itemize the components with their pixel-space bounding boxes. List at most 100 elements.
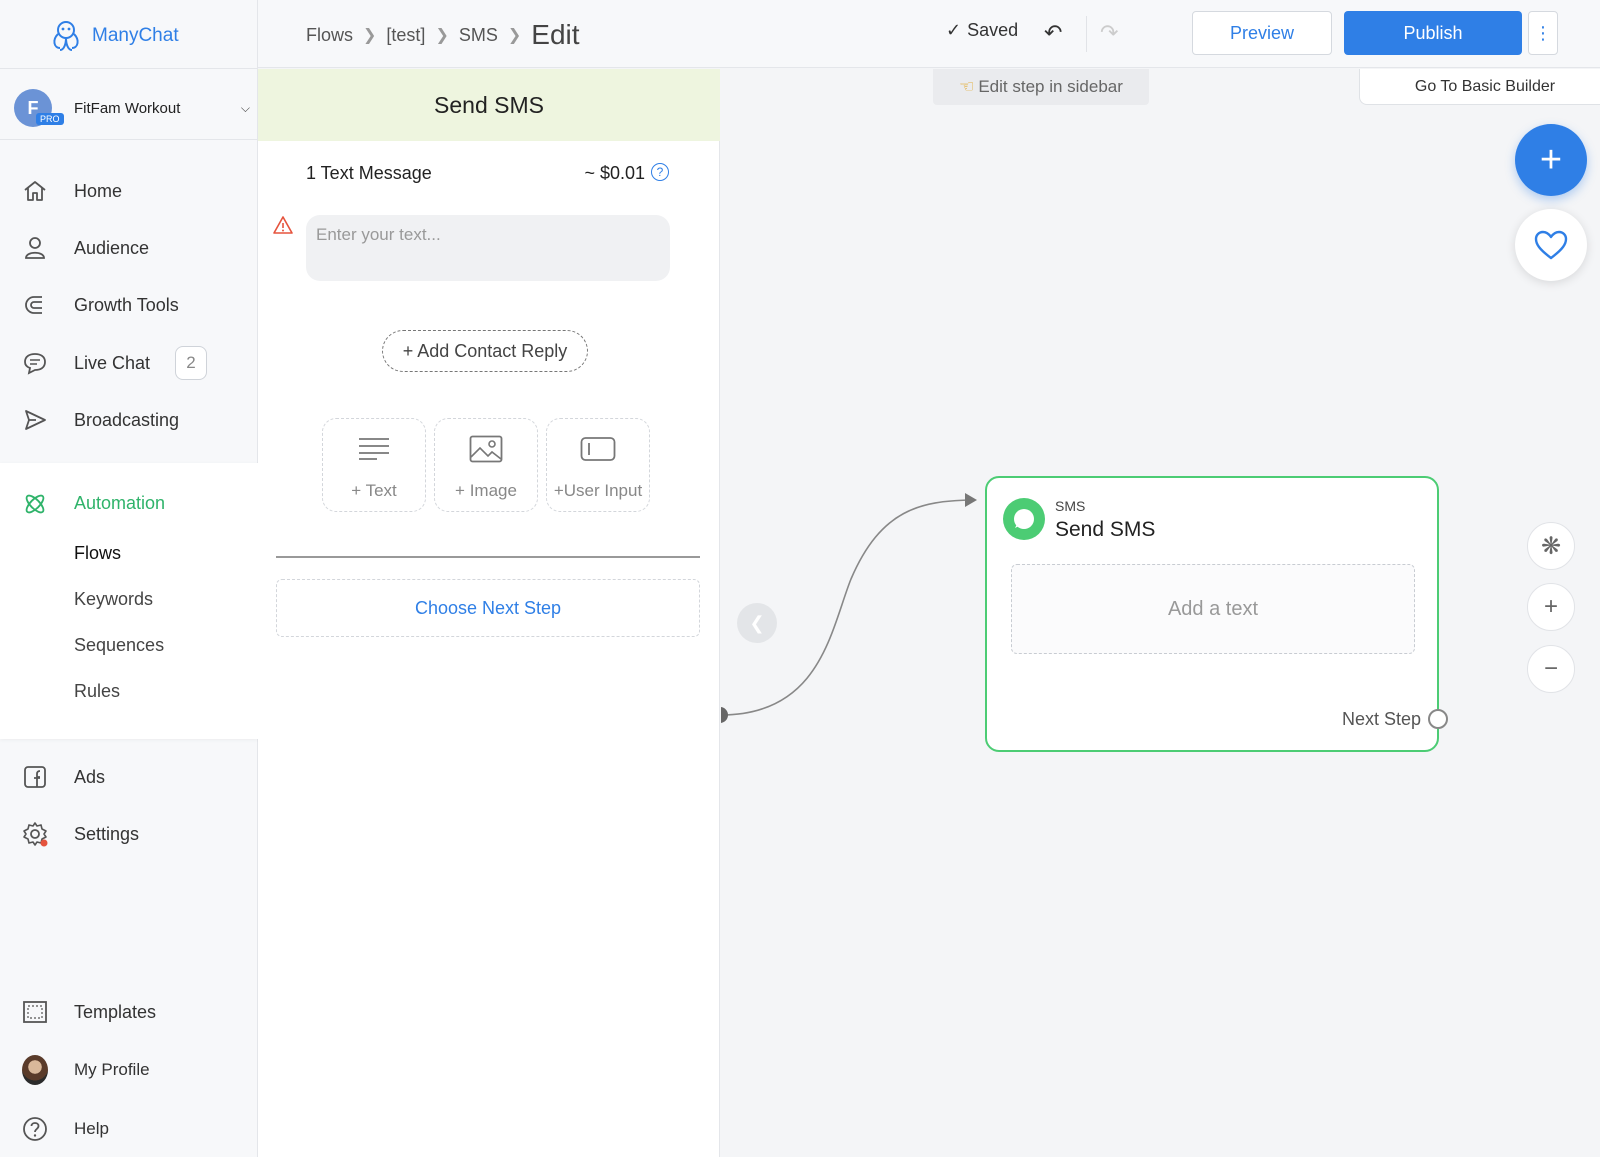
message-price: ~ $0.01 — [584, 163, 645, 183]
chevron-down-icon: ⌵ — [240, 100, 250, 115]
zoom-out-icon[interactable]: − — [1527, 645, 1575, 693]
sidebar-item-home[interactable]: Home — [0, 167, 258, 215]
help-icon[interactable]: ? — [651, 163, 669, 181]
warning-icon — [273, 216, 293, 234]
sidebar-item-broadcasting[interactable]: Broadcasting — [0, 396, 258, 444]
sidebar-item-label: My Profile — [74, 1060, 150, 1079]
node-type: SMS — [1055, 498, 1086, 514]
chat-bubble-icon — [22, 350, 48, 376]
chevron-right-icon: ❯ — [507, 27, 522, 44]
add-block-label: +User Input — [553, 481, 643, 500]
add-text-button[interactable]: Add a text — [1011, 564, 1415, 654]
text-lines-icon — [323, 435, 425, 461]
redo-icon[interactable]: ↷ — [1100, 20, 1118, 46]
atom-icon — [22, 491, 48, 517]
plus-icon: + — [1539, 138, 1563, 181]
preview-button[interactable]: Preview — [1192, 11, 1332, 55]
sidebar-item-audience[interactable]: Audience — [0, 224, 258, 272]
sidebar-item-label: Broadcasting — [74, 409, 180, 430]
publish-button[interactable]: Publish — [1344, 11, 1522, 55]
zoom-in-icon[interactable]: + — [1527, 583, 1575, 631]
divider — [0, 139, 258, 140]
divider — [0, 68, 258, 69]
sidebar: ManyChat F PRO FitFam Workout ⌵ Home Aud… — [0, 0, 258, 1157]
sidebar-item-templates[interactable]: Templates — [0, 988, 258, 1036]
sidebar-item-ads[interactable]: Ads — [0, 753, 258, 801]
manychat-logo-icon — [53, 21, 79, 51]
add-image-block-button[interactable]: + Image — [434, 418, 538, 512]
more-vertical-icon[interactable]: ⋮ — [1528, 11, 1558, 55]
next-step-label: Next Step — [1341, 709, 1421, 729]
sidebar-item-automation[interactable]: Automation — [0, 489, 258, 519]
sidebar-subitem-rules[interactable]: Rules — [74, 681, 120, 702]
sms-icon — [1003, 498, 1045, 540]
sidebar-item-help[interactable]: Help — [0, 1105, 258, 1153]
sms-text-input[interactable] — [306, 215, 670, 281]
sidebar-item-settings[interactable]: Settings — [0, 810, 258, 858]
sidebar-item-label: Audience — [74, 237, 150, 258]
sidebar-subitem-sequences[interactable]: Sequences — [74, 635, 164, 656]
collapse-panel-icon[interactable]: ❮ — [737, 603, 777, 643]
flow-canvas[interactable]: ☜ Edit step in sidebar Go To Basic Build… — [721, 69, 1600, 1157]
save-status-label: Saved — [967, 20, 1019, 40]
user-icon — [22, 235, 48, 261]
add-user-input-block-button[interactable]: +User Input — [546, 418, 650, 512]
sidebar-subitem-flows[interactable]: Flows — [74, 543, 121, 564]
next-step-port[interactable] — [1428, 709, 1448, 729]
start-port — [721, 707, 728, 723]
add-contact-reply-button[interactable]: + Add Contact Reply — [382, 330, 588, 372]
breadcrumb-flow[interactable]: SMS — [459, 25, 498, 46]
sidebar-item-live-chat[interactable]: Live Chat 2 — [0, 339, 258, 387]
sidebar-item-label: Templates — [74, 1001, 157, 1022]
account-name: FitFam Workout — [74, 99, 181, 117]
send-icon — [22, 407, 48, 433]
choose-next-step-button[interactable]: Choose Next Step — [276, 579, 700, 637]
unread-count-badge: 2 — [175, 346, 207, 380]
breadcrumb-flows[interactable]: Flows — [306, 25, 353, 46]
template-icon — [22, 999, 48, 1025]
input-box-icon — [547, 435, 649, 463]
add-block-label: + Text — [351, 481, 397, 500]
sidebar-item-label: Live Chat — [74, 352, 151, 373]
page-title: Edit — [531, 19, 580, 50]
image-icon — [435, 435, 537, 463]
favorites-button[interactable] — [1515, 209, 1587, 281]
sidebar-item-label: Ads — [74, 766, 106, 787]
manychat-logo[interactable]: ManyChat — [48, 16, 179, 56]
sidebar-item-label: Help — [74, 1119, 109, 1138]
node-title: Send SMS — [1055, 518, 1156, 541]
top-bar: Flows ❯ [test] ❯ SMS ❯ Edit ✓ Saved ↶ ↷ … — [258, 0, 1600, 68]
arrow-head-icon — [965, 493, 977, 507]
breadcrumb-folder[interactable]: [test] — [386, 25, 425, 46]
chevron-right-icon: ❯ — [435, 27, 449, 44]
facebook-icon — [22, 764, 48, 790]
undo-icon[interactable]: ↶ — [1044, 20, 1062, 46]
sidebar-item-label: Growth Tools — [74, 294, 179, 315]
magnet-icon — [22, 292, 48, 318]
save-status: ✓ Saved — [946, 20, 1018, 41]
add-step-button[interactable]: + — [1515, 124, 1587, 196]
add-text-block-button[interactable]: + Text — [322, 418, 426, 512]
check-icon: ✓ — [946, 20, 962, 40]
heart-icon — [1534, 230, 1568, 260]
gear-icon — [22, 821, 48, 847]
sidebar-subitem-keywords[interactable]: Keywords — [74, 589, 153, 610]
account-avatar: F PRO — [14, 89, 64, 127]
divider — [1086, 16, 1087, 52]
sidebar-item-growth-tools[interactable]: Growth Tools — [0, 281, 258, 329]
sidebar-item-label: Home — [74, 180, 123, 201]
breadcrumb: Flows ❯ [test] ❯ SMS ❯ Edit — [306, 18, 580, 52]
app-name: ManyChat — [92, 25, 179, 46]
pro-badge: PRO — [36, 113, 64, 125]
sidebar-item-my-profile[interactable]: My Profile — [0, 1046, 258, 1094]
account-switcher[interactable]: F PRO FitFam Workout ⌵ — [14, 88, 250, 128]
magic-wand-icon[interactable]: ❋ — [1527, 522, 1575, 570]
add-block-label: + Image — [455, 481, 517, 500]
sidebar-item-label: Automation — [74, 493, 166, 513]
avatar — [22, 1055, 48, 1085]
divider — [276, 556, 700, 558]
chevron-right-icon: ❯ — [363, 27, 377, 44]
sidebar-item-label: Settings — [74, 823, 140, 844]
sms-step-node[interactable]: SMS Send SMS Add a text Next Step — [985, 476, 1448, 752]
basic-builder-button[interactable]: Go To Basic Builder — [1359, 69, 1600, 105]
